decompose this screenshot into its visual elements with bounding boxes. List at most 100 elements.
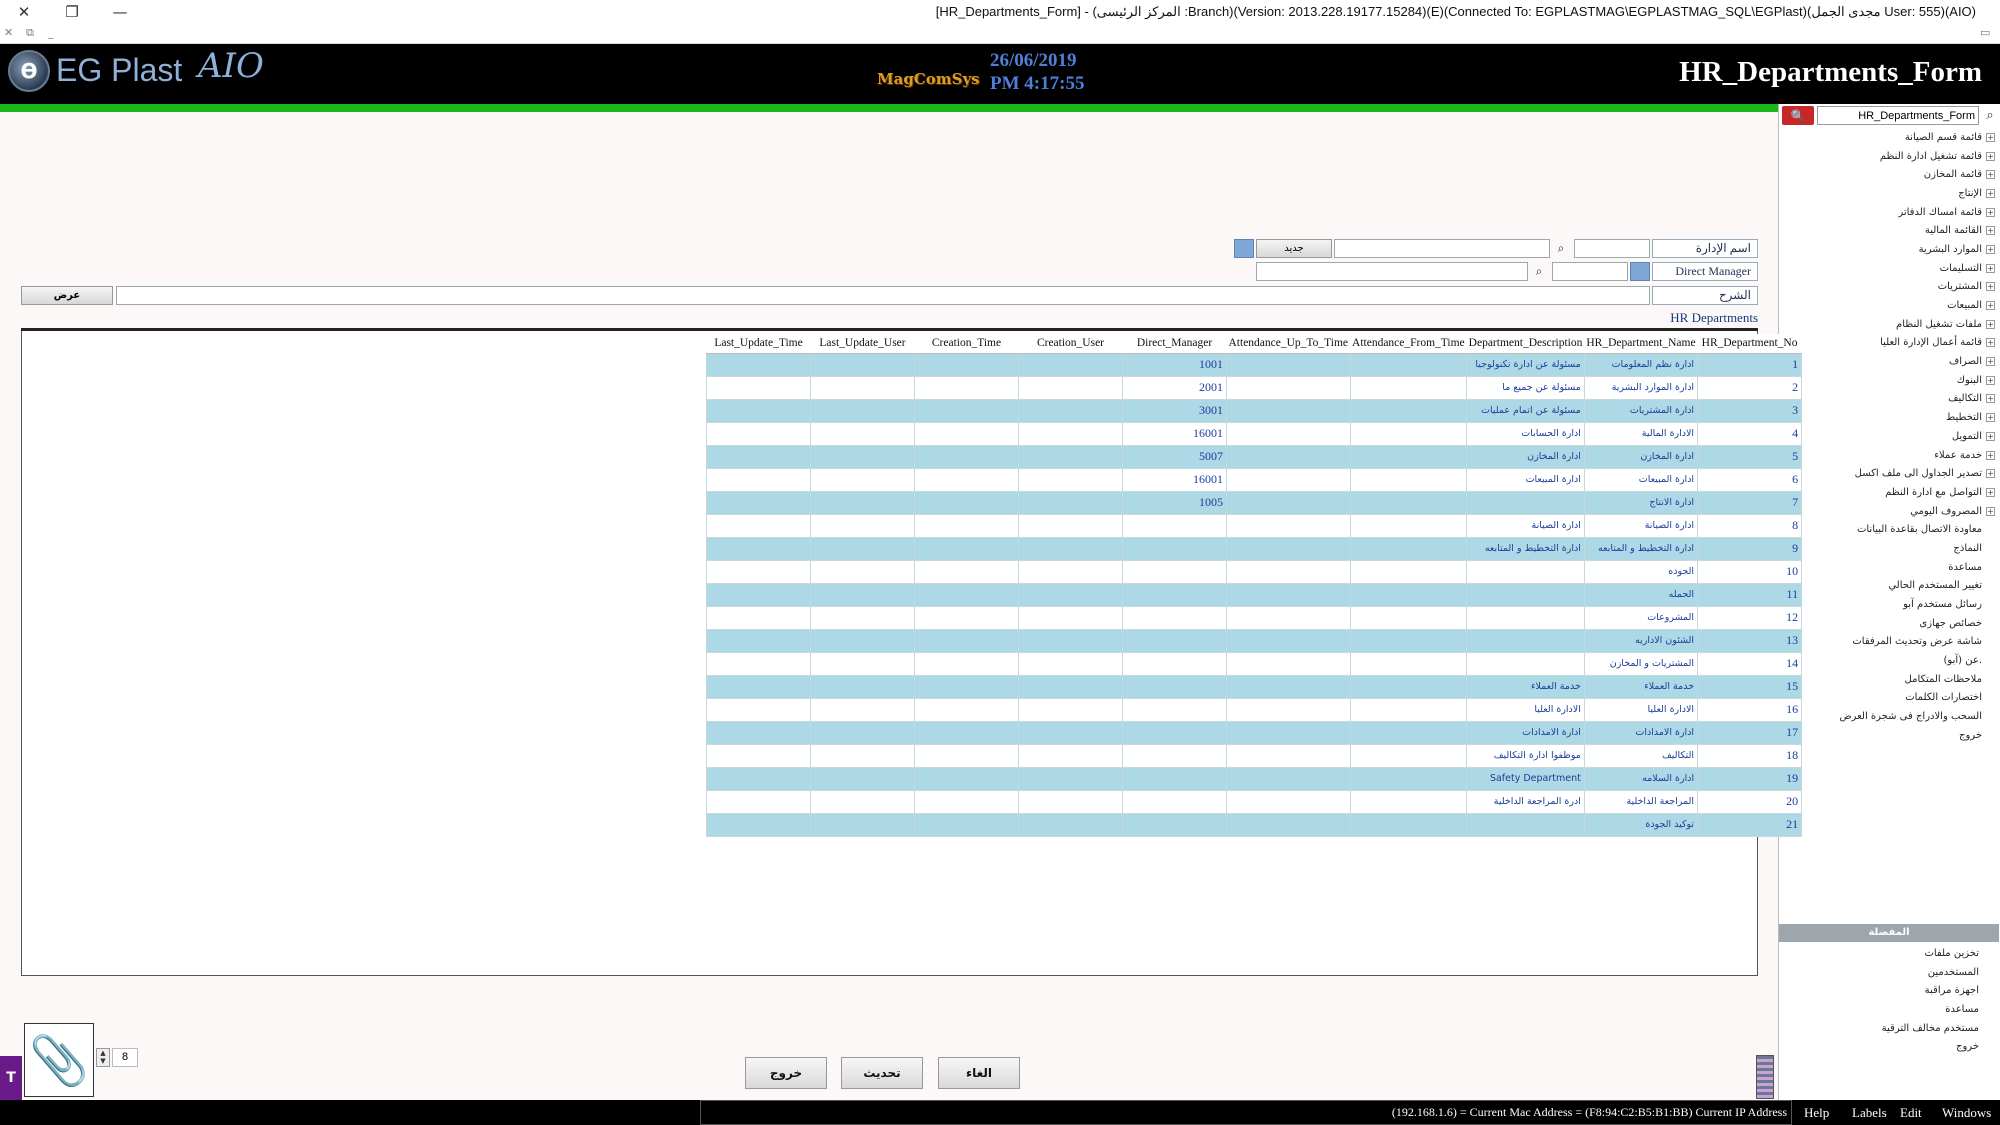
view-button[interactable]: عرض — [21, 286, 113, 305]
mdi-restore-icon[interactable]: ⧉ — [26, 26, 34, 40]
favorite-item[interactable]: اجهزة مراقبة — [1779, 981, 1999, 1000]
table-row[interactable]: الجوده 10 — [706, 559, 1803, 584]
nav-tree-item[interactable]: تغيير المستخدم الحالي — [1779, 577, 1999, 596]
attendance-from-cell[interactable] — [1349, 582, 1468, 607]
creation-user-cell[interactable] — [1018, 467, 1123, 492]
direct-manager-cell[interactable]: 3001 — [1122, 398, 1227, 423]
department-description-cell[interactable]: ادارة المخازن — [1466, 444, 1585, 469]
nav-search-input[interactable] — [1817, 106, 1979, 125]
direct-manager-cell[interactable]: 2001 — [1122, 375, 1227, 400]
table-row[interactable]: الشئون الاداريه 13 — [706, 628, 1803, 653]
direct-manager-cell[interactable] — [1122, 766, 1227, 791]
attendance-from-cell[interactable] — [1349, 628, 1468, 653]
department-no-cell[interactable]: 5 — [1697, 444, 1803, 469]
nav-tree-item[interactable]: الصراف + — [1779, 352, 1999, 371]
attendance-up-to-cell[interactable] — [1226, 375, 1351, 400]
department-name-cell[interactable]: الشئون الاداريه — [1583, 628, 1699, 653]
attendance-from-cell[interactable] — [1349, 605, 1468, 630]
nav-tree-item[interactable]: السحب والادراج فى شجرة العرض — [1779, 707, 1999, 726]
attendance-from-cell[interactable] — [1349, 444, 1468, 469]
attendance-up-to-cell[interactable] — [1226, 789, 1351, 814]
last-update-time-cell[interactable] — [706, 812, 811, 837]
column-header[interactable]: Department_Description — [1466, 334, 1585, 354]
nav-tree-item[interactable]: خصائص جهازى — [1779, 614, 1999, 633]
department-description-cell[interactable] — [1466, 628, 1585, 653]
column-header[interactable]: Direct_Manager — [1122, 334, 1227, 354]
direct-manager-cell[interactable] — [1122, 743, 1227, 768]
creation-user-cell[interactable] — [1018, 490, 1123, 515]
creation-time-cell[interactable] — [914, 421, 1019, 446]
department-name-cell[interactable]: ادارة الامدادات — [1583, 720, 1699, 745]
attachment-count[interactable]: 8 — [112, 1048, 138, 1067]
minimize-window-button[interactable]: — — [96, 0, 144, 24]
department-no-cell[interactable]: 20 — [1697, 789, 1803, 814]
nav-tree-item[interactable]: الإنتاج + — [1779, 184, 1999, 203]
department-no-cell[interactable]: 6 — [1697, 467, 1803, 492]
creation-time-cell[interactable] — [914, 720, 1019, 745]
nav-tree-item[interactable]: القائمة المالية + — [1779, 221, 1999, 240]
department-description-cell[interactable]: خدمة العملاء — [1466, 674, 1585, 699]
table-row[interactable]: Safety Department ادارة السلامه 19 — [706, 766, 1803, 791]
expand-icon[interactable]: + — [1986, 170, 1995, 180]
department-no-cell[interactable]: 1 — [1697, 352, 1803, 377]
cancel-button[interactable]: الغاء — [938, 1057, 1020, 1089]
expand-icon[interactable]: + — [1986, 450, 1995, 460]
creation-time-cell[interactable] — [914, 789, 1019, 814]
expand-icon[interactable]: + — [1986, 469, 1995, 479]
attendance-up-to-cell[interactable] — [1226, 628, 1351, 653]
direct-manager-cell[interactable]: 16001 — [1122, 421, 1227, 446]
department-name-cell[interactable]: ادارة التخطيط و المتابعه — [1583, 536, 1699, 561]
direct-manager-cell[interactable] — [1122, 674, 1227, 699]
creation-user-cell[interactable] — [1018, 651, 1123, 676]
mdi-close-icon[interactable]: ✕ — [4, 26, 13, 39]
creation-time-cell[interactable] — [914, 628, 1019, 653]
creation-user-cell[interactable] — [1018, 743, 1123, 768]
attendance-up-to-cell[interactable] — [1226, 444, 1351, 469]
lookup-stub-2[interactable] — [1630, 262, 1650, 281]
search-icon[interactable]: ⌕ — [1981, 106, 1999, 125]
last-update-user-cell[interactable] — [810, 789, 915, 814]
department-name-text-input[interactable] — [1334, 239, 1550, 258]
direct-manager-cell[interactable]: 5007 — [1122, 444, 1227, 469]
expand-icon[interactable]: + — [1986, 226, 1995, 236]
expand-icon[interactable]: + — [1986, 357, 1995, 367]
nav-tree-item[interactable]: البنوك + — [1779, 371, 1999, 390]
last-update-user-cell[interactable] — [810, 490, 915, 515]
creation-time-cell[interactable] — [914, 398, 1019, 423]
department-name-cell[interactable]: خدمة العملاء — [1583, 674, 1699, 699]
paperclip-icon[interactable]: 📎 — [24, 1023, 94, 1097]
attendance-from-cell[interactable] — [1349, 398, 1468, 423]
department-name-cell[interactable]: ادارة المخازن — [1583, 444, 1699, 469]
department-name-cell[interactable]: الادارة المالية — [1583, 421, 1699, 446]
creation-user-cell[interactable] — [1018, 605, 1123, 630]
last-update-user-cell[interactable] — [810, 582, 915, 607]
table-row[interactable]: 1005 ادارة الانتاج 7 — [706, 490, 1803, 515]
last-update-user-cell[interactable] — [810, 559, 915, 584]
direct-manager-name-input[interactable] — [1256, 262, 1528, 281]
creation-user-cell[interactable] — [1018, 375, 1123, 400]
attendance-from-cell[interactable] — [1349, 720, 1468, 745]
description-input[interactable] — [116, 286, 1650, 305]
expand-icon[interactable]: + — [1986, 244, 1995, 254]
table-row[interactable]: ادرة المراجعة الداخلية المراجعة الداخلية 2… — [706, 789, 1803, 814]
favorite-item[interactable]: خروج — [1779, 1037, 1999, 1056]
last-update-user-cell[interactable] — [810, 812, 915, 837]
direct-manager-cell[interactable]: 1005 — [1122, 490, 1227, 515]
creation-time-cell[interactable] — [914, 697, 1019, 722]
attendance-up-to-cell[interactable] — [1226, 766, 1351, 791]
department-no-cell[interactable]: 18 — [1697, 743, 1803, 768]
last-update-user-cell[interactable] — [810, 720, 915, 745]
creation-user-cell[interactable] — [1018, 628, 1123, 653]
table-row[interactable]: 16001 ادارة الحسابات الادارة المالية 4 — [706, 421, 1803, 446]
nav-tree-item[interactable]: معاودة الاتصال بقاعدة البيانات — [1779, 520, 1999, 539]
attendance-up-to-cell[interactable] — [1226, 605, 1351, 630]
spinner-arrows-icon[interactable]: ▲ ▼ — [96, 1048, 110, 1067]
creation-time-cell[interactable] — [914, 582, 1019, 607]
last-update-user-cell[interactable] — [810, 674, 915, 699]
nav-tree-item[interactable]: التمويل + — [1779, 427, 1999, 446]
attendance-from-cell[interactable] — [1349, 467, 1468, 492]
department-name-cell[interactable]: المشتريات و المخازن — [1583, 651, 1699, 676]
department-description-cell[interactable]: موظفوا ادارة التكاليف — [1466, 743, 1585, 768]
attendance-up-to-cell[interactable] — [1226, 398, 1351, 423]
department-no-cell[interactable]: 11 — [1697, 582, 1803, 607]
